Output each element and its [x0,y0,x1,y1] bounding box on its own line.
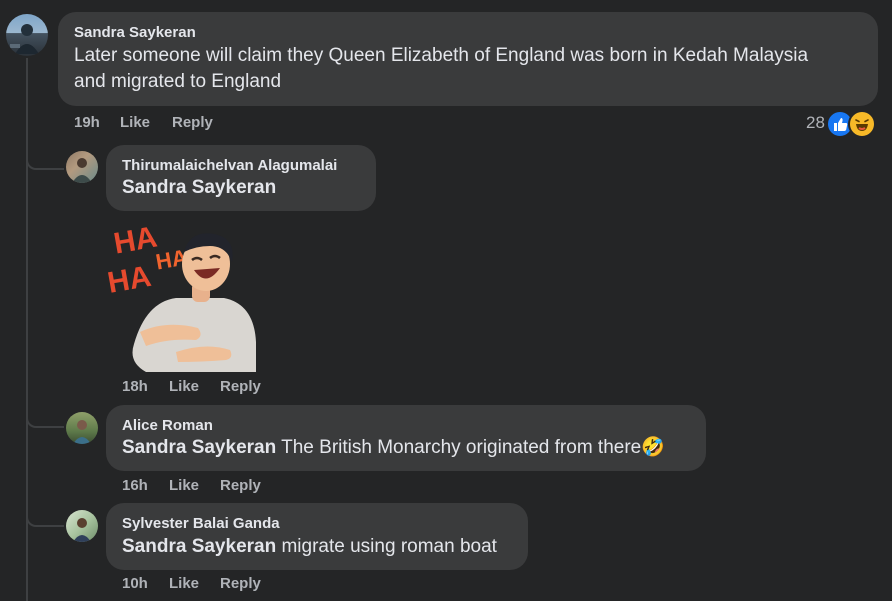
reply-button[interactable]: Reply [172,114,213,131]
comment-text-line: and migrated to England [74,71,282,92]
avatar[interactable] [6,14,48,56]
avatar[interactable] [66,510,98,542]
reply-author[interactable]: Sylvester Balai Ganda [122,515,280,532]
like-button[interactable]: Like [169,378,199,395]
like-button[interactable]: Like [169,575,199,592]
reply-text: Sandra Saykeran The British Monarchy ori… [122,435,665,461]
reply-author[interactable]: Alice Roman [122,417,213,434]
comment-time[interactable]: 19h [74,114,100,131]
sticker-letters: HA [106,260,154,300]
reply-button[interactable]: Reply [220,378,261,395]
reply-body: The British Monarchy originated from the… [276,437,665,458]
mention-link[interactable]: Sandra Saykeran [122,536,276,557]
avatar[interactable] [66,412,98,444]
haha-laughing-sticker-icon: HA HA HA [105,221,256,372]
person-silhouette-icon [73,518,91,542]
reply-time[interactable]: 10h [122,575,148,592]
reply-button[interactable]: Reply [220,575,261,592]
person-silhouette-icon [73,420,91,444]
person-silhouette-icon [10,24,39,54]
reply-mention[interactable]: Sandra Saykeran [122,175,276,201]
reaction-summary[interactable]: 28 [806,110,878,138]
reaction-count: 28 [806,113,825,132]
reply-connector [26,390,64,428]
sticker-letters: HA [111,221,159,261]
mention-link[interactable]: Sandra Saykeran [122,177,276,198]
reply-text: Sandra Saykeran migrate using roman boat [122,534,497,560]
haha-laughing-sticker: HA HA HA [105,212,268,376]
haha-icon [848,110,876,138]
reply-connector [26,130,64,170]
reply-connector [26,490,64,527]
reply-body: migrate using roman boat [276,536,497,557]
person-silhouette-icon [72,158,92,183]
reply-button[interactable]: Reply [220,477,261,494]
like-button[interactable]: Like [120,114,150,131]
avatar[interactable] [66,151,98,183]
reply-time[interactable]: 18h [122,378,148,395]
mention-link[interactable]: Sandra Saykeran [122,437,276,458]
reply-time[interactable]: 16h [122,477,148,494]
reply-author[interactable]: Thirumalaichelvan Alagumalai [122,157,337,174]
comment-text-line: Later someone will claim they Queen Eliz… [74,45,809,66]
like-button[interactable]: Like [169,477,199,494]
comment-author[interactable]: Sandra Saykeran [74,24,196,41]
